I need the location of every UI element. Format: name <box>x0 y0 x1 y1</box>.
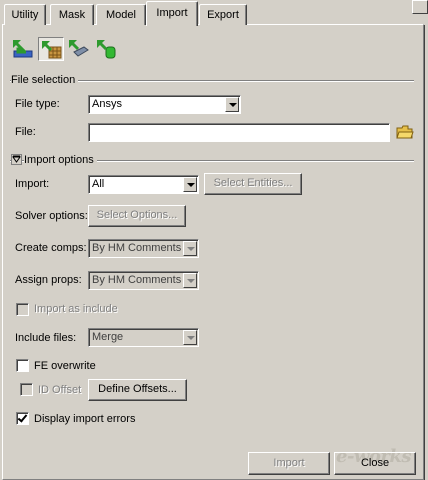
id-offset-checkbox[interactable] <box>20 383 33 396</box>
collapse-icon <box>12 155 21 163</box>
import-connectors-icon <box>97 40 116 59</box>
create-comps-dropdown[interactable]: By HM Comments <box>88 239 199 258</box>
assign-props-dropdown[interactable]: By HM Comments <box>88 271 199 290</box>
select-entities-button[interactable]: Select Entities... <box>204 173 302 195</box>
id-offset-label: ID Offset <box>38 384 82 396</box>
tab-mask[interactable]: Mask <box>50 4 94 25</box>
fe-overwrite-label: FE overwrite <box>34 360 96 372</box>
tab-import[interactable]: Import <box>146 1 198 26</box>
tab-export[interactable]: Export <box>199 4 247 25</box>
file-selection-header: File selection <box>11 74 79 86</box>
fe-overwrite-checkbox[interactable] <box>16 359 29 372</box>
tab-model[interactable]: Model <box>96 4 146 25</box>
chevron-down-icon[interactable] <box>183 330 197 345</box>
chevron-down-icon[interactable] <box>183 241 197 256</box>
create-comps-value: By HM Comments <box>92 242 182 254</box>
import-button[interactable]: Import <box>248 452 330 475</box>
open-folder-icon <box>396 125 414 139</box>
file-input[interactable] <box>88 123 390 142</box>
display-import-errors-label: Display import errors <box>34 413 136 425</box>
import-as-include-checkbox[interactable] <box>16 303 29 316</box>
assign-props-label: Assign props: <box>15 274 82 286</box>
close-button[interactable]: Close <box>334 452 416 475</box>
include-files-value: Merge <box>92 331 124 343</box>
include-files-dropdown[interactable]: Merge <box>88 328 199 347</box>
select-options-button[interactable]: Select Options... <box>88 205 186 227</box>
import-label: Import: <box>15 178 50 190</box>
chevron-down-icon[interactable] <box>183 177 197 192</box>
import-as-include-label: Import as include <box>34 303 118 315</box>
collapse-toggle[interactable] <box>11 154 22 165</box>
import-geometry-icon <box>69 40 89 57</box>
import-solver-deck-icon <box>12 39 33 58</box>
assign-props-value: By HM Comments <box>92 274 182 286</box>
scroll-up-button[interactable] <box>412 0 428 14</box>
file-type-dropdown[interactable]: Ansys <box>88 95 241 114</box>
browse-file-button[interactable] <box>396 123 414 141</box>
chevron-down-icon[interactable] <box>225 97 239 112</box>
display-import-errors-checkbox[interactable] <box>16 412 29 425</box>
tab-utility[interactable]: Utility <box>4 4 46 25</box>
file-type-label: File type: <box>15 98 60 110</box>
solver-options-label: Solver options: <box>15 210 88 222</box>
create-comps-label: Create comps: <box>15 242 87 254</box>
import-geometry-button[interactable] <box>66 37 92 61</box>
import-options-header: Import options <box>24 154 97 166</box>
import-model-icon <box>42 41 62 59</box>
import-connectors-button[interactable] <box>94 37 120 61</box>
file-type-value: Ansys <box>92 98 122 110</box>
include-files-label: Include files: <box>15 332 77 344</box>
define-offsets-button[interactable]: Define Offsets... <box>88 379 187 401</box>
import-dropdown[interactable]: All <box>88 175 199 194</box>
import-solver-deck-button[interactable] <box>10 37 36 61</box>
import-model-button[interactable] <box>38 37 64 61</box>
import-value: All <box>92 178 105 190</box>
file-label: File: <box>15 126 36 138</box>
chevron-down-icon[interactable] <box>183 273 197 288</box>
